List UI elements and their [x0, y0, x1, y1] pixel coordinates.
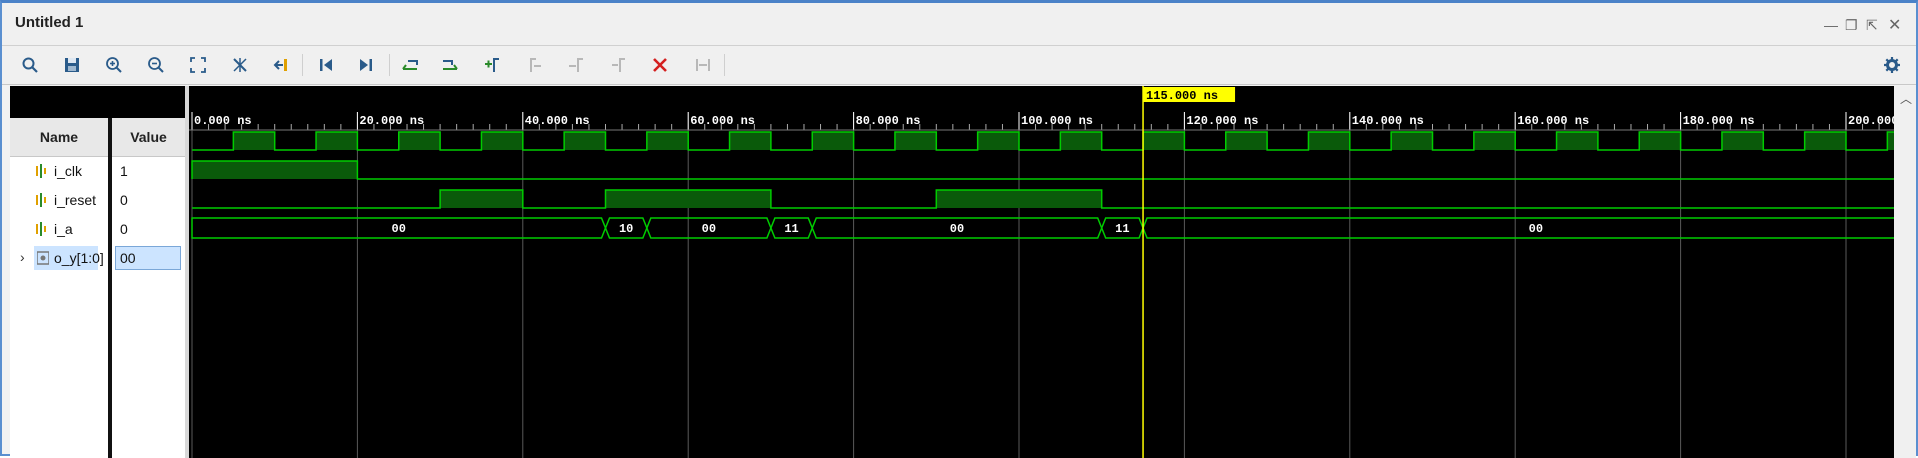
clk-high-pulse [1639, 132, 1681, 150]
clk-high-pulse [977, 132, 1019, 150]
clk-high-pulse [646, 132, 689, 150]
signal-icon [36, 164, 46, 178]
bus-value-label: 11 [784, 222, 798, 236]
zoom-fit-icon[interactable] [185, 52, 211, 78]
swap-cursor-icon[interactable] [397, 52, 423, 78]
clk-high-pulse [398, 132, 441, 150]
signal-row-selected[interactable]: › o_y[1:0] 00 [10, 244, 185, 273]
column-header-value[interactable]: Value [112, 118, 185, 157]
clk-high-pulse [1225, 132, 1268, 150]
vertical-scrollbar[interactable]: ︿ [1894, 86, 1916, 458]
save-icon[interactable] [59, 52, 85, 78]
clk-high-pulse [894, 132, 937, 150]
clk-high-pulse [1143, 132, 1185, 150]
search-icon[interactable] [17, 52, 43, 78]
clk-high-pulse [233, 132, 275, 150]
float-icon[interactable]: ⇱ [1866, 17, 1878, 34]
snap-icon [690, 52, 716, 78]
tick-label: 40.000 ns [525, 114, 590, 128]
signal-row[interactable]: i_a 0 [10, 215, 185, 244]
signal-name: i_clk [54, 163, 83, 179]
close-icon[interactable]: ✕ [1888, 15, 1901, 35]
ia-high-pulse [440, 190, 523, 208]
signal-row[interactable]: i_clk 1 [10, 157, 185, 186]
go-to-cursor-icon[interactable] [227, 52, 253, 78]
signal-icon [36, 193, 46, 207]
tick-label: 200.000 ns [1848, 114, 1894, 128]
clk-high-pulse [1473, 132, 1516, 150]
cursor-label: 115.000 ns [1146, 89, 1218, 103]
signal-name: o_y[1:0] [54, 250, 104, 266]
bus-value-label: 00 [702, 222, 716, 236]
tick-label: 120.000 ns [1186, 114, 1258, 128]
toolbar [2, 46, 1916, 85]
previous-marker-icon [521, 52, 547, 78]
clk-high-pulse [316, 132, 358, 150]
next-marker-icon [563, 52, 589, 78]
gear-icon[interactable] [1879, 52, 1905, 78]
ia-high-pulse [605, 190, 771, 208]
signal-value: 0 [120, 192, 128, 208]
signal-value: 1 [120, 163, 128, 179]
zoom-out-icon[interactable] [143, 52, 169, 78]
reset-high-pulse [192, 161, 358, 179]
bus-segment [1142, 217, 1894, 239]
tick-label: 60.000 ns [690, 114, 755, 128]
clk-high-pulse [564, 132, 606, 150]
reset-waveform [191, 160, 1894, 180]
bus-value-label: 11 [1115, 222, 1129, 236]
ia-high-pulse [936, 190, 1102, 208]
tick-label: 0.000 ns [194, 114, 252, 128]
minimize-icon[interactable]: — [1824, 17, 1838, 33]
add-marker-icon[interactable] [479, 52, 505, 78]
waveform-window: Untitled 1 — ❐ ⇱ ✕ Name Value i_clk 1 i_… [0, 0, 1918, 458]
restore-icon[interactable]: ❐ [1845, 17, 1858, 34]
signal-row[interactable]: i_reset 0 [10, 186, 185, 215]
signal-value: 0 [120, 221, 128, 237]
clk-high-pulse [1060, 132, 1102, 150]
clk-waveform [192, 131, 1894, 151]
signal-name: i_reset [54, 192, 97, 208]
signal-list-pane: Name Value i_clk 1 i_reset 0 i_a 0 › o_y… [10, 86, 185, 458]
waveform-canvas[interactable]: 0.000 ns 20.000 ns 40.000 ns 60.000 ns 80.00… [189, 86, 1894, 458]
bus-value-label: 10 [619, 222, 633, 236]
bus-value-label: 00 [950, 222, 964, 236]
clk-high-pulse [481, 132, 523, 150]
chevron-right-icon[interactable]: › [20, 249, 25, 265]
next-transition-icon[interactable] [437, 52, 463, 78]
signal-value: 00 [120, 250, 136, 266]
column-header-name[interactable]: Name [10, 118, 108, 157]
signal-name: i_a [54, 221, 73, 237]
clk-high-pulse [1391, 132, 1433, 150]
go-to-start-icon[interactable] [313, 52, 339, 78]
signal-icon [36, 222, 46, 236]
tick-label: 180.000 ns [1683, 114, 1755, 128]
clk-high-pulse [1887, 132, 1894, 150]
clk-high-pulse [1308, 132, 1350, 150]
delete-marker-icon [605, 52, 631, 78]
scroll-up-icon[interactable]: ︿ [1900, 90, 1912, 107]
tick-label: 160.000 ns [1517, 114, 1589, 128]
tick-label: 100.000 ns [1021, 114, 1093, 128]
window-title: Untitled 1 [15, 14, 84, 31]
title-bar: Untitled 1 — ❐ ⇱ ✕ [2, 3, 1916, 46]
tick-label: 80.000 ns [856, 114, 921, 128]
clk-high-pulse [1556, 132, 1598, 150]
previous-transition-icon[interactable] [269, 52, 295, 78]
tick-label: 140.000 ns [1352, 114, 1424, 128]
clk-high-pulse [1804, 132, 1846, 150]
zoom-in-icon[interactable] [101, 52, 127, 78]
clk-high-pulse [812, 132, 854, 150]
go-to-end-icon[interactable] [353, 52, 379, 78]
bus-value-label: 00 [1529, 222, 1543, 236]
bus-icon [37, 251, 49, 265]
clk-high-pulse [1721, 132, 1764, 150]
tick-label: 20.000 ns [359, 114, 424, 128]
delete-icon[interactable] [647, 52, 673, 78]
clk-high-pulse [729, 132, 771, 150]
bus-value-label: 00 [392, 222, 406, 236]
